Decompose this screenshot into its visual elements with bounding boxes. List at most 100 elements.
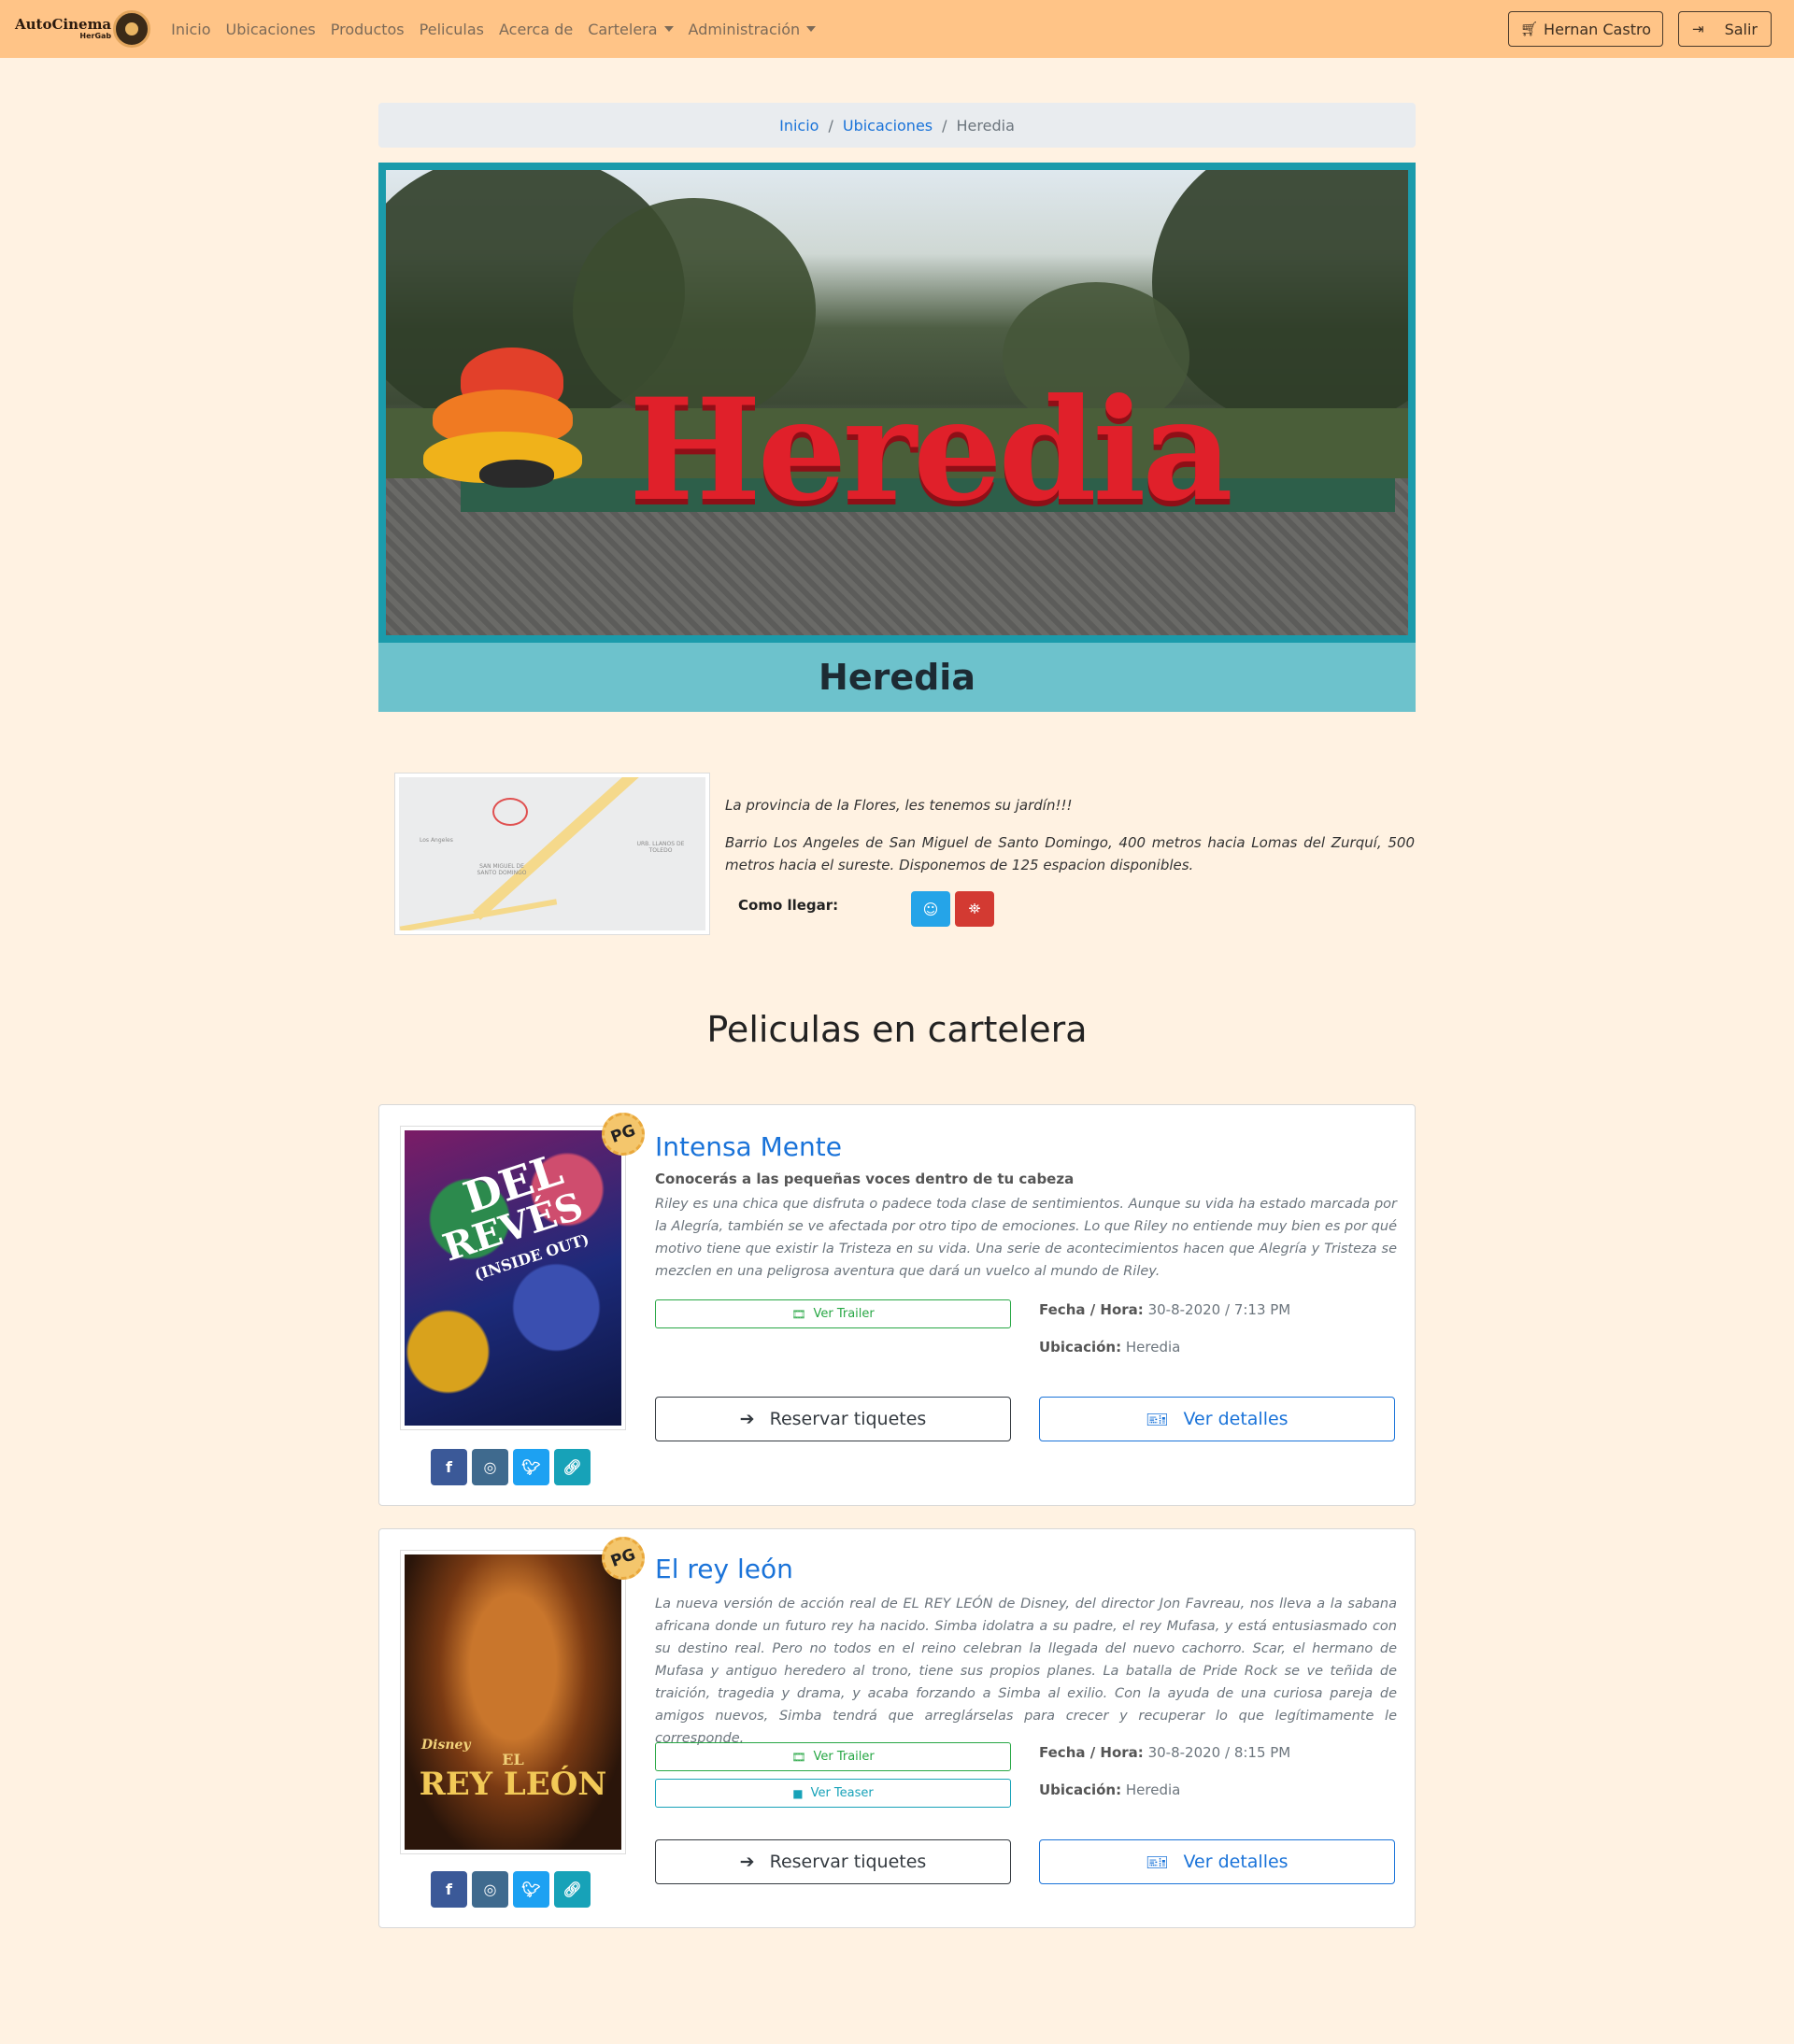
film-icon: 🎞︎ (791, 1750, 806, 1764)
trailer-label: Ver Trailer (813, 1750, 875, 1764)
movie-card: DEL REVÉS (INSIDE OUT) PG f ◎ 🐦︎ 🔗︎ Inte… (378, 1104, 1416, 1506)
nav-ubicaciones[interactable]: Ubicaciones (226, 21, 316, 38)
venue-label: Ubicación: (1039, 1339, 1122, 1356)
link-icon: 🔗︎ (562, 1881, 582, 1898)
twitter-share-button[interactable]: 🐦︎ (513, 1871, 549, 1908)
view-details-button[interactable]: 🎫︎ Ver detalles (1039, 1839, 1395, 1884)
map-marker-circle (492, 798, 528, 826)
film-icon: 🎞︎ (791, 1307, 806, 1321)
movie-poster[interactable]: DEL REVÉS (INSIDE OUT) (400, 1126, 626, 1430)
brand-subname: HerGab (79, 32, 112, 40)
location-address: Barrio Los Angeles de San Miguel de Sant… (725, 834, 1415, 873)
breadcrumb-home[interactable]: Inicio (779, 117, 819, 135)
showtime: Fecha / Hora: 30-8-2020 / 8:15 PM (1039, 1744, 1290, 1761)
showtime: Fecha / Hora: 30-8-2020 / 7:13 PM (1039, 1301, 1290, 1318)
sign-in-icon: ➔ (739, 1852, 755, 1872)
instagram-icon: ◎ (483, 1458, 497, 1476)
view-details-button[interactable]: 🎫︎ Ver detalles (1039, 1397, 1395, 1441)
facebook-icon: f (446, 1458, 452, 1476)
waze-icon: ☺ (922, 900, 939, 918)
heredia-sign: Heredia (629, 368, 1233, 532)
venue: Ubicación: Heredia (1039, 1339, 1180, 1356)
map-marked-icon: ⛯ (968, 900, 981, 917)
trailer-button[interactable]: 🎞︎ Ver Trailer (655, 1742, 1011, 1771)
logout-label: Salir (1724, 20, 1758, 38)
como-llegar-label: Como llegar: (738, 897, 839, 914)
section-title: Peliculas en cartelera (706, 1009, 1088, 1050)
instagram-icon: ◎ (483, 1881, 497, 1898)
movie-description: Riley es una chica que disfruta o padece… (655, 1197, 1397, 1279)
breadcrumb: Inicio / Ubicaciones / Heredia (378, 103, 1416, 148)
showtime-value: 30-8-2020 / 7:13 PM (1147, 1301, 1291, 1318)
brand-logo[interactable]: AutoCinema HerGab (15, 10, 151, 48)
breadcrumb-current: Heredia (956, 116, 1015, 135)
location-description: La provincia de la Flores, les tenemos s… (725, 794, 1415, 891)
copy-link-button[interactable]: 🔗︎ (554, 1449, 591, 1485)
ticket-icon: 🎫︎ (1146, 1852, 1169, 1873)
location-slogan: La provincia de la Flores, les tenemos s… (725, 797, 1073, 814)
brand-name: AutoCinema (15, 16, 112, 33)
reserve-tickets-button[interactable]: ➔ Reservar tiquetes (655, 1839, 1011, 1884)
facebook-share-button[interactable]: f (431, 1871, 467, 1908)
waze-button[interactable]: ☺ (911, 891, 950, 927)
cart-user-button[interactable]: 🛒︎ Hernan Castro (1507, 11, 1663, 47)
details-label: Ver detalles (1183, 1409, 1289, 1429)
venue: Ubicación: Heredia (1039, 1781, 1180, 1798)
movie-title[interactable]: Intensa Mente (655, 1131, 842, 1162)
video-camera-icon: ■ (792, 1786, 804, 1800)
link-icon: 🔗︎ (562, 1458, 582, 1476)
map-label-san-miguel: SAN MIGUEL DE SANTO DOMINGO (477, 863, 527, 877)
ticket-icon: 🎫︎ (1146, 1409, 1169, 1430)
poster-title-line2: REY LEÓN (419, 1766, 607, 1803)
logout-button[interactable]: ⇥ Salir (1677, 11, 1772, 47)
nav-administracion-dropdown[interactable]: Administración (689, 21, 817, 38)
venue-value: Heredia (1125, 1339, 1181, 1356)
breadcrumb-separator: / (942, 116, 947, 135)
google-maps-button[interactable]: ⛯ (955, 891, 994, 927)
movie-poster[interactable]: Disney EL REY LEÓN (400, 1550, 626, 1854)
movie-tagline: Conocerás a las pequeñas voces dentro de… (655, 1171, 1075, 1187)
breadcrumb-locations[interactable]: Ubicaciones (843, 117, 933, 135)
facebook-share-button[interactable]: f (431, 1449, 467, 1485)
share-buttons: f ◎ 🐦︎ 🔗︎ (431, 1449, 591, 1485)
shopping-cart-icon: 🛒︎ (1519, 21, 1539, 37)
movie-description: La nueva versión de acción real de EL RE… (655, 1597, 1397, 1746)
share-buttons: f ◎ 🐦︎ 🔗︎ (431, 1871, 591, 1908)
trailer-label: Ver Trailer (813, 1307, 875, 1321)
reserve-label: Reservar tiquetes (769, 1852, 927, 1872)
venue-value: Heredia (1125, 1781, 1181, 1798)
instagram-share-button[interactable]: ◎ (472, 1871, 508, 1908)
map-label-los-angeles: Los Angeles (420, 837, 453, 844)
movie-card: Disney EL REY LEÓN PG f ◎ 🐦︎ 🔗︎ El rey l… (378, 1528, 1416, 1928)
nav-acerca-de[interactable]: Acerca de (499, 21, 573, 38)
teaser-button[interactable]: ■ Ver Teaser (655, 1779, 1011, 1808)
sign-out-icon: ⇥ (1691, 21, 1704, 37)
venue-label: Ubicación: (1039, 1781, 1122, 1798)
showtime-label: Fecha / Hora: (1039, 1301, 1144, 1318)
nav-cartelera-dropdown[interactable]: Cartelera (588, 21, 673, 38)
copy-link-button[interactable]: 🔗︎ (554, 1871, 591, 1908)
movie-title[interactable]: El rey león (655, 1554, 793, 1584)
sign-in-icon: ➔ (739, 1409, 755, 1429)
reserve-tickets-button[interactable]: ➔ Reservar tiquetes (655, 1397, 1011, 1441)
instagram-share-button[interactable]: ◎ (472, 1449, 508, 1485)
nav-inicio[interactable]: Inicio (171, 21, 210, 38)
user-name: Hernan Castro (1544, 20, 1651, 38)
facebook-icon: f (446, 1881, 452, 1898)
location-photo: Heredia (386, 170, 1408, 635)
location-hero: Heredia (378, 163, 1416, 643)
nav-productos[interactable]: Productos (331, 21, 405, 38)
twitter-icon: 🐦︎ (521, 1458, 541, 1476)
details-label: Ver detalles (1183, 1852, 1289, 1872)
location-map[interactable]: Los Angeles SAN MIGUEL DE SANTO DOMINGO … (394, 773, 710, 935)
film-reel-icon (113, 10, 151, 48)
twitter-icon: 🐦︎ (521, 1881, 541, 1898)
breadcrumb-separator: / (828, 116, 833, 135)
navbar: AutoCinema HerGab Inicio Ubicaciones Pro… (0, 0, 1794, 58)
twitter-share-button[interactable]: 🐦︎ (513, 1449, 549, 1485)
trailer-button[interactable]: 🎞︎ Ver Trailer (655, 1299, 1011, 1328)
nav-peliculas[interactable]: Peliculas (420, 21, 484, 38)
location-title: Heredia (378, 643, 1416, 712)
showtime-value: 30-8-2020 / 8:15 PM (1147, 1744, 1291, 1761)
showtime-label: Fecha / Hora: (1039, 1744, 1144, 1761)
